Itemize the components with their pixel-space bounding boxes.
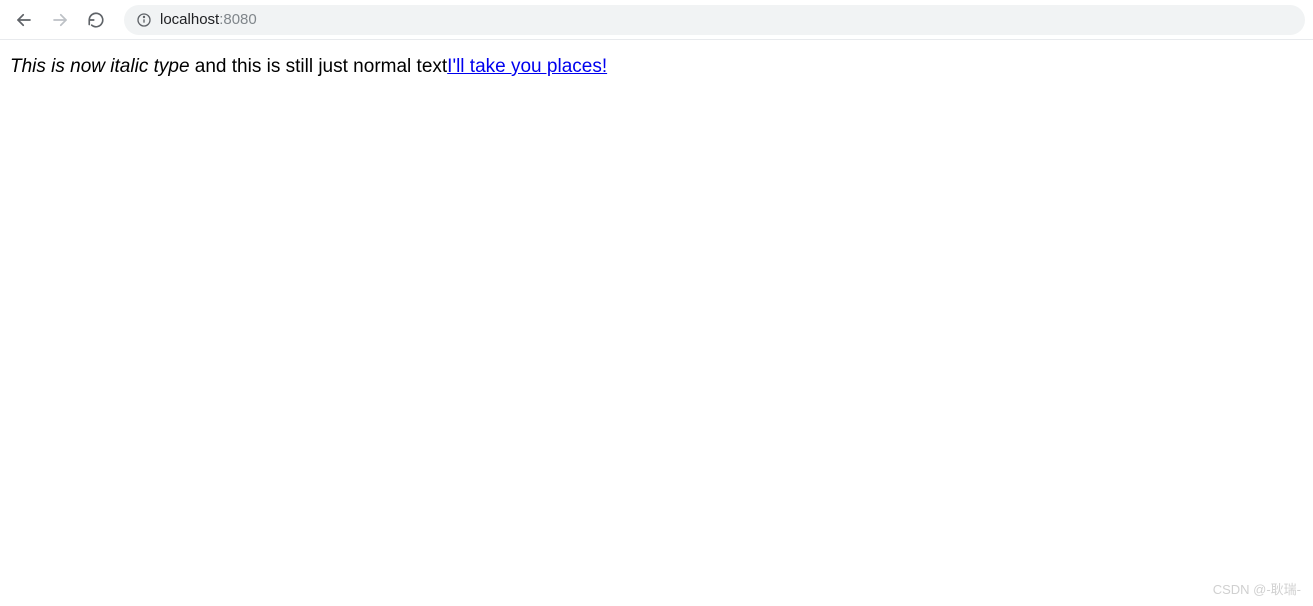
link[interactable]: I'll take you places! [447,56,607,77]
url-host: localhost [160,11,219,28]
browser-toolbar: localhost:8080 [0,0,1313,40]
forward-button[interactable] [44,4,76,36]
back-button[interactable] [8,4,40,36]
reload-icon [87,11,105,29]
url-text: localhost:8080 [160,11,257,28]
normal-text: and this is still just normal text [190,56,448,77]
page-content: This is now italic type and this is stil… [0,40,1313,94]
watermark: CSDN @-耿瑞- [1213,579,1301,598]
italic-text: This is now italic type [10,56,190,77]
address-bar[interactable]: localhost:8080 [124,5,1305,35]
arrow-right-icon [51,11,69,29]
reload-button[interactable] [80,4,112,36]
site-info-icon[interactable] [136,12,152,28]
url-port: :8080 [219,11,257,28]
arrow-left-icon [15,11,33,29]
